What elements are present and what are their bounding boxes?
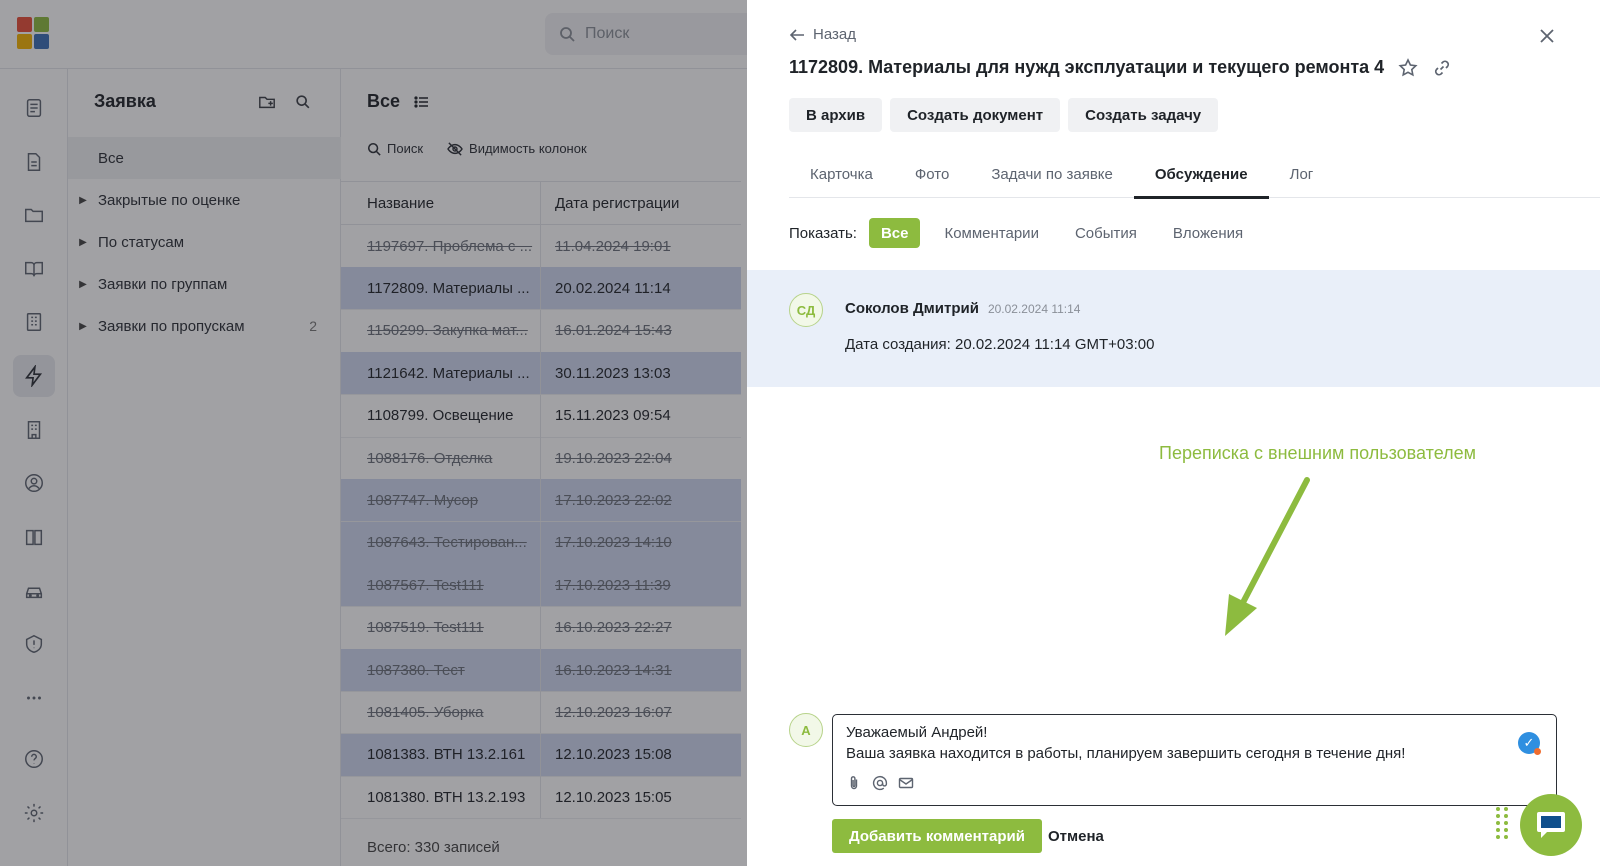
- discussion-filter: Показать: Все Комментарии События Вложен…: [789, 218, 1255, 248]
- tab-photo[interactable]: Фото: [894, 150, 970, 198]
- annotation-caption: Переписка с внешним пользователем: [1159, 443, 1477, 463]
- filter-label: Показать:: [789, 224, 857, 242]
- comment-input[interactable]: Уважаемый Андрей! Ваша заявка находится …: [832, 714, 1557, 806]
- chat-widget-button[interactable]: [1520, 794, 1582, 856]
- arrow-left-icon: [789, 28, 804, 41]
- mention-icon[interactable]: [872, 775, 888, 791]
- cancel-button[interactable]: Отмена: [1048, 819, 1104, 853]
- filter-events[interactable]: События: [1063, 218, 1149, 248]
- page-title: 1172809. Материалы для нужд эксплуатации…: [789, 57, 1452, 78]
- comment-line-1: Уважаемый Андрей!: [846, 724, 988, 741]
- event-author: Соколов Дмитрий: [845, 300, 979, 317]
- star-icon[interactable]: [1398, 57, 1418, 78]
- chat-bubble-icon: [1537, 812, 1565, 838]
- add-comment-button[interactable]: Добавить комментарий: [832, 819, 1042, 853]
- back-label: Назад: [813, 26, 856, 43]
- avatar: А: [789, 713, 823, 747]
- request-drawer: Назад 1172809. Материалы для нужд эксплу…: [747, 0, 1600, 866]
- comment-line-2: Ваша заявка находится в работы, планируе…: [846, 745, 1406, 762]
- mail-icon[interactable]: [898, 775, 914, 791]
- spellcheck-icon[interactable]: ✓: [1518, 732, 1541, 755]
- tab-bar: Карточка Фото Задачи по заявке Обсуждени…: [789, 150, 1600, 199]
- filter-comments[interactable]: Комментарии: [932, 218, 1050, 248]
- back-button[interactable]: Назад: [789, 26, 856, 43]
- avatar: СД: [789, 293, 823, 327]
- create-document-button[interactable]: Создать документ: [890, 98, 1061, 132]
- close-icon[interactable]: [1535, 24, 1559, 48]
- tab-discussion[interactable]: Обсуждение: [1133, 150, 1269, 199]
- archive-button[interactable]: В архив: [789, 98, 883, 132]
- link-icon[interactable]: [1432, 58, 1452, 78]
- event-time: 20.02.2024 11:14: [987, 302, 1081, 316]
- create-task-button[interactable]: Создать задачу: [1068, 98, 1219, 132]
- event-text: Дата создания: 20.02.2024 11:14 GMT+03:0…: [845, 336, 1155, 353]
- discussion-event: СД Соколов Дмитрий 20.02.2024 11:14 Дата…: [747, 270, 1600, 387]
- attach-icon[interactable]: [846, 775, 862, 791]
- tab-log[interactable]: Лог: [1269, 150, 1335, 198]
- drag-handle-icon[interactable]: [1495, 806, 1509, 840]
- request-title: 1172809. Материалы для нужд эксплуатации…: [789, 57, 1385, 77]
- annotation-arrow-icon: [1225, 477, 1310, 636]
- tab-card[interactable]: Карточка: [789, 150, 894, 198]
- filter-all[interactable]: Все: [868, 218, 921, 248]
- filter-attachments[interactable]: Вложения: [1161, 218, 1255, 248]
- tab-tasks[interactable]: Задачи по заявке: [970, 150, 1134, 198]
